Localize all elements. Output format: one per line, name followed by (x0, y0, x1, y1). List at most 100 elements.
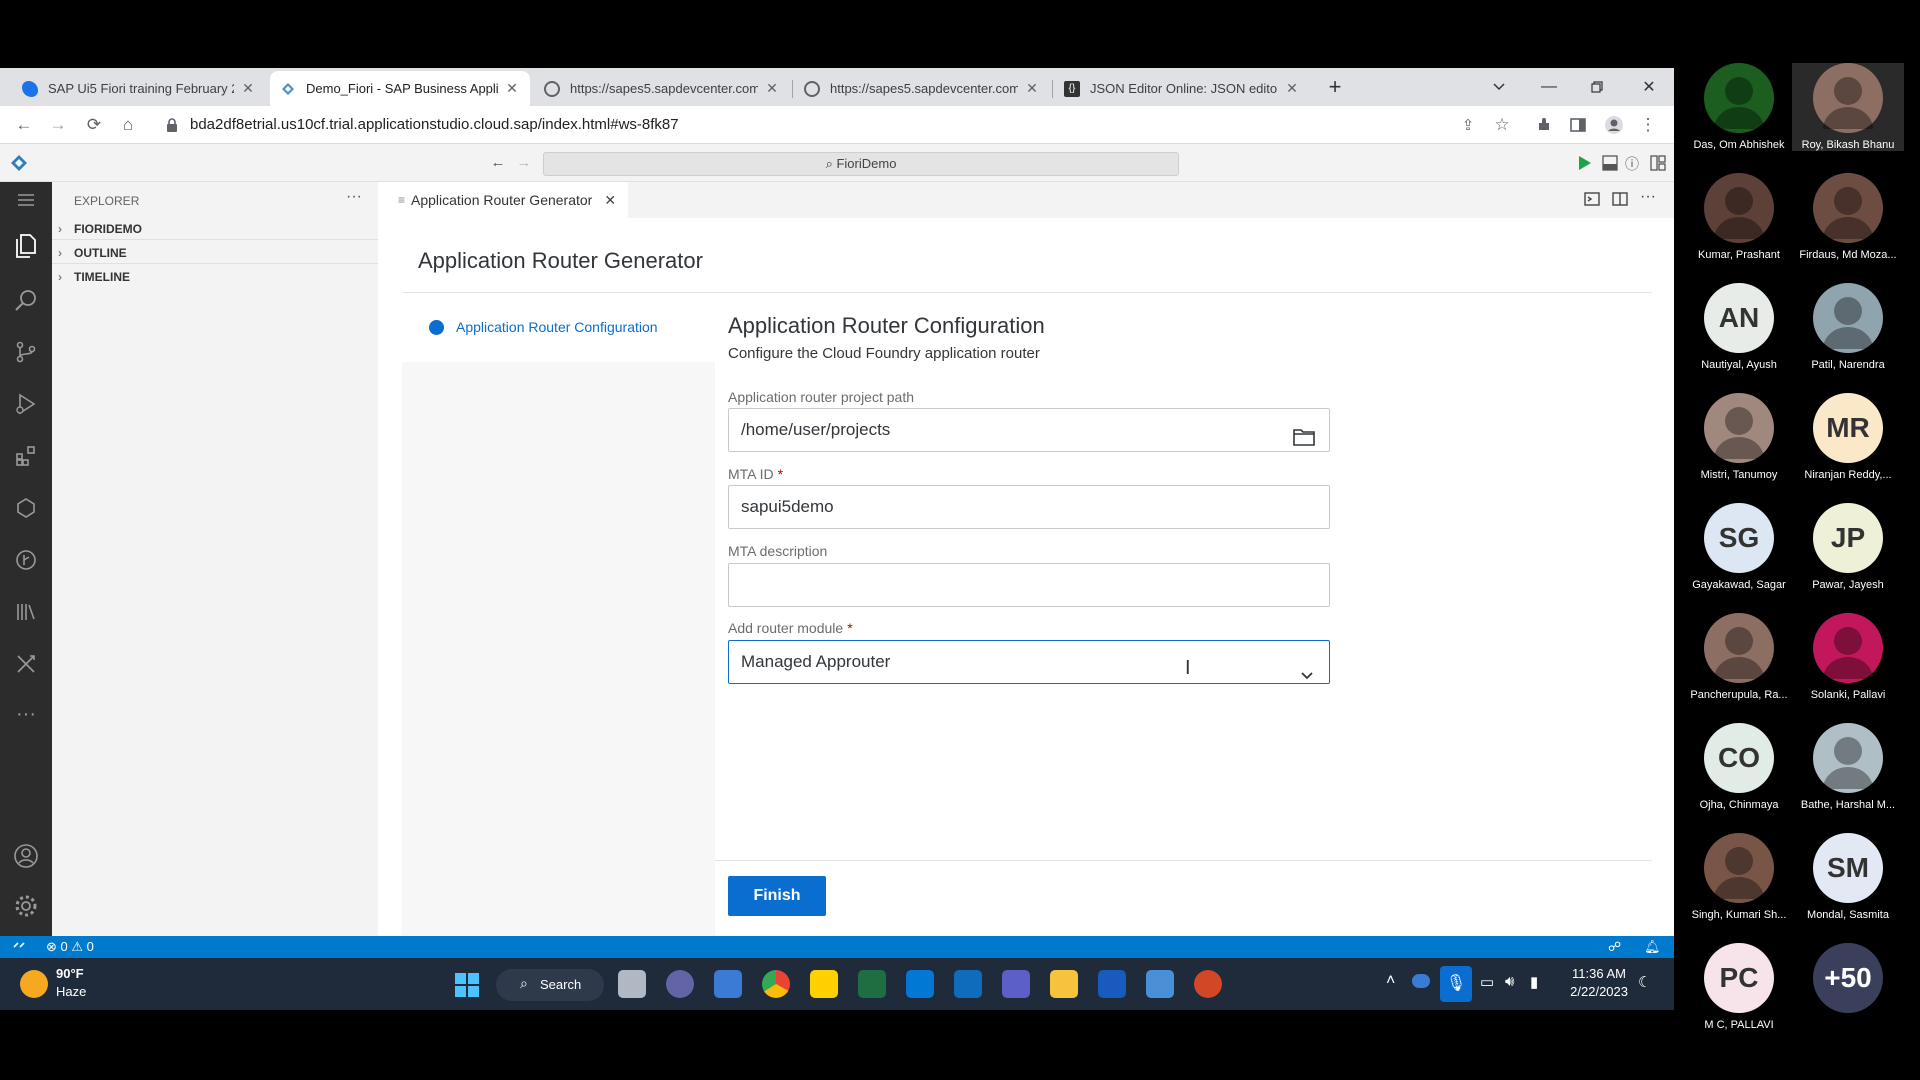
participant-tile[interactable]: SM Mondal, Sasmita (1792, 833, 1904, 921)
folder-icon[interactable] (1293, 420, 1315, 462)
network-icon[interactable]: ▭ (1480, 973, 1494, 991)
remote-icon[interactable] (12, 938, 26, 955)
taskbar-search[interactable]: ⌕ Search (496, 969, 604, 1001)
participant-tile[interactable]: Singh, Kumari Sh... (1683, 833, 1795, 921)
run-debug-icon[interactable] (12, 390, 40, 418)
more-icon[interactable]: ··· (12, 700, 40, 728)
problems-indicator[interactable]: ⊗ 0 ⚠ 0 (46, 939, 94, 955)
share-icon[interactable]: ⇪ (1456, 113, 1480, 137)
chrome-icon[interactable] (762, 970, 790, 998)
clock-time[interactable]: 11:36 AM (1566, 966, 1626, 981)
excel-icon[interactable] (858, 970, 886, 998)
terminal-icon[interactable] (1584, 192, 1600, 211)
close-window-button[interactable]: ✕ (1626, 68, 1672, 106)
teams-chat-icon[interactable] (666, 970, 694, 998)
notifications-bell-icon[interactable]: 🔔︎ (1644, 939, 1661, 955)
extensions-icon[interactable] (12, 442, 40, 470)
split-editor-icon[interactable] (1612, 192, 1628, 211)
participant-tile[interactable]: AN Nautiyal, Ayush (1683, 283, 1795, 371)
project-path-input[interactable]: /home/user/projects (728, 408, 1330, 452)
sticky-notes-icon[interactable] (810, 970, 838, 998)
volume-icon[interactable]: 🔊︎ (1505, 973, 1514, 990)
library-icon[interactable] (12, 598, 40, 626)
cloud-foundry-icon[interactable] (12, 494, 40, 522)
toggle-panel-icon[interactable] (1602, 155, 1618, 176)
participant-tile[interactable]: Roy, Bikash Bhanu (1792, 63, 1904, 151)
profile-icon[interactable] (1602, 113, 1626, 137)
participant-tile[interactable]: Das, Om Abhishek (1683, 63, 1795, 151)
file-explorer-icon[interactable] (1050, 970, 1078, 998)
side-panel-icon[interactable] (1566, 113, 1590, 137)
teams-icon[interactable] (1002, 970, 1030, 998)
mta-description-input[interactable] (728, 563, 1330, 607)
tab-search-icon[interactable] (1476, 68, 1522, 106)
explorer-more-icon[interactable]: ··· (346, 188, 362, 206)
feedback-icon[interactable]: ☍ (1608, 939, 1621, 955)
participant-tile[interactable]: Mistri, Tanumoy (1683, 393, 1795, 481)
command-center[interactable]: ⌕ FioriDemo (543, 152, 1179, 176)
tools-icon[interactable] (12, 650, 40, 678)
extensions-icon[interactable] (1532, 113, 1556, 137)
app-icon[interactable] (714, 970, 742, 998)
vscode-icon[interactable] (906, 970, 934, 998)
clock-date[interactable]: 2/22/2023 (1560, 984, 1628, 999)
back-icon[interactable]: ← (12, 113, 36, 137)
explorer-section-timeline[interactable]: › TIMELINE (52, 266, 378, 288)
layout-icon[interactable] (1650, 155, 1666, 176)
word-icon[interactable] (1098, 970, 1126, 998)
browser-tab-3[interactable]: https://sapes5.sapdevcenter.com ✕ (534, 71, 790, 106)
participant-tile[interactable]: Firdaus, Md Moza... (1792, 173, 1904, 261)
microphone-icon[interactable]: 🎙︎ (1440, 966, 1472, 1002)
browser-tab-2[interactable]: Demo_Fiori - SAP Business Appli ✕ (270, 71, 530, 106)
participant-tile[interactable]: +50 (1792, 943, 1904, 1019)
participant-tile[interactable]: PC M C, PALLAVI (1683, 943, 1795, 1031)
participant-tile[interactable]: Solanki, Pallavi (1792, 613, 1904, 701)
chevron-up-icon[interactable]: ˄ (1386, 972, 1395, 990)
finish-button[interactable]: Finish (728, 876, 826, 916)
participant-tile[interactable]: JP Pawar, Jayesh (1792, 503, 1904, 591)
bookmark-star-icon[interactable]: ☆ (1490, 113, 1514, 137)
close-editor-tab-icon[interactable]: ✕ (604, 192, 616, 209)
outlook-icon[interactable] (954, 970, 982, 998)
explorer-section-fioridemo[interactable]: › FIORIDEMO (52, 218, 378, 240)
nav-forward-icon[interactable]: → (512, 150, 536, 174)
participant-tile[interactable]: SG Gayakawad, Sagar (1683, 503, 1795, 591)
reload-icon[interactable]: ⟳ (82, 113, 106, 137)
participant-tile[interactable]: Pancherupula, Ra... (1683, 613, 1795, 701)
close-tab-icon[interactable]: ✕ (764, 80, 780, 97)
help-icon[interactable]: ⓘ (1625, 154, 1639, 174)
participant-tile[interactable]: MR Niranjan Reddy,... (1792, 393, 1904, 481)
explorer-icon[interactable] (12, 232, 40, 260)
browser-tab-4[interactable]: https://sapes5.sapdevcenter.com ✕ (794, 71, 1050, 106)
search-icon[interactable] (12, 286, 40, 314)
task-view-icon[interactable] (618, 970, 646, 998)
close-tab-icon[interactable]: ✕ (1024, 80, 1040, 97)
run-icon[interactable] (1578, 155, 1592, 176)
participant-tile[interactable]: Patil, Narendra (1792, 283, 1904, 371)
browser-menu-icon[interactable]: ⋮ (1636, 113, 1660, 137)
wizard-step[interactable]: Application Router Configuration (402, 293, 715, 362)
editor-more-icon[interactable]: ··· (1640, 188, 1656, 206)
minimize-button[interactable]: — (1526, 68, 1572, 106)
router-module-select[interactable]: Managed Approuter I (728, 640, 1330, 684)
deploy-icon[interactable] (12, 546, 40, 574)
close-tab-icon[interactable]: ✕ (504, 80, 520, 97)
browser-tab-5[interactable]: {} JSON Editor Online: JSON editor ✕ (1054, 71, 1310, 106)
editor-tab[interactable]: ≡ Application Router Generator ✕ (378, 182, 628, 218)
browser-tab-1[interactable]: SAP Ui5 Fiori training February 2 ✕ (12, 71, 266, 106)
mta-id-input[interactable]: sapui5demo (728, 485, 1330, 529)
home-icon[interactable]: ⌂ (116, 113, 140, 137)
participant-tile[interactable]: CO Ojha, Chinmaya (1683, 723, 1795, 811)
explorer-section-outline[interactable]: › OUTLINE (52, 242, 378, 264)
focus-moon-icon[interactable]: ☾ (1638, 973, 1651, 991)
restore-button[interactable] (1574, 68, 1620, 106)
notepad-icon[interactable] (1146, 970, 1174, 998)
windows-start-icon[interactable] (454, 972, 480, 1003)
onedrive-icon[interactable] (1412, 974, 1430, 988)
participant-tile[interactable]: Kumar, Prashant (1683, 173, 1795, 261)
menu-icon[interactable] (12, 186, 40, 214)
source-control-icon[interactable] (12, 338, 40, 366)
chevron-down-icon[interactable] (1301, 654, 1313, 696)
participant-tile[interactable]: Bathe, Harshal M... (1792, 723, 1904, 811)
battery-icon[interactable]: ▮ (1530, 973, 1538, 991)
